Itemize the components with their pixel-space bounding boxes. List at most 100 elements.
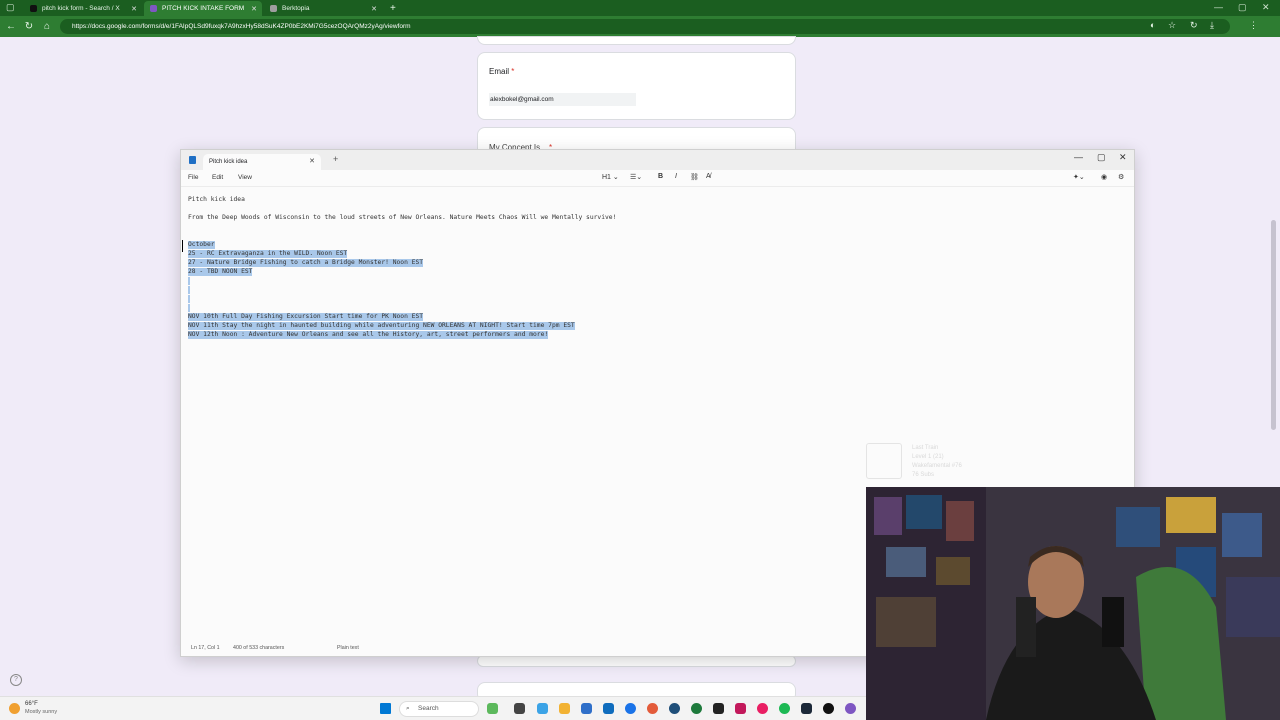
text-mode[interactable]: Plain text: [337, 645, 359, 651]
close-icon[interactable]: ✕: [309, 154, 315, 170]
browser-tab-berktopia[interactable]: Berktopia ✕: [264, 1, 382, 16]
copilot-icon[interactable]: ✦⌄: [1073, 173, 1085, 181]
overlay-line4: 76 Subs: [912, 472, 935, 478]
notepad-app-icon: [189, 156, 196, 164]
tab-menu-icon[interactable]: ▢: [6, 2, 15, 13]
editor-line-oct25: 25 - RC Extravaganza in the WILD. Noon E…: [188, 250, 348, 258]
editor-line-nov11: NOV 11th Stay the night in haunted build…: [188, 322, 575, 330]
character-count: 400 of 533 characters: [233, 645, 285, 651]
email-question-card: Email * alexbokel@gmail.com: [477, 52, 796, 120]
weather-description[interactable]: Mostly sunny: [25, 709, 57, 715]
menu-dots-icon[interactable]: ⋮: [1249, 20, 1258, 31]
browser-tab-search[interactable]: pitch kick form - Search / X ✕: [24, 1, 142, 16]
link-icon[interactable]: ⛓: [690, 173, 699, 181]
editor-line-oct28: 28 - TBD NOON EST: [188, 268, 253, 276]
close-window-icon[interactable]: ✕: [1119, 152, 1127, 163]
notepad-new-tab-button[interactable]: +: [333, 154, 338, 164]
task-view-icon[interactable]: [514, 703, 525, 714]
menu-edit[interactable]: Edit: [212, 174, 223, 181]
url-field[interactable]: https://docs.google.com/forms/d/e/1FAIpQ…: [60, 19, 1230, 34]
close-icon[interactable]: ✕: [131, 5, 137, 13]
browser-tab-bar: ▢ pitch kick form - Search / X ✕ PITCH K…: [0, 0, 1280, 16]
form-card-top: [477, 36, 796, 45]
editor-line-tagline: From the Deep Woods of Wisconsin to the …: [188, 214, 617, 221]
edge-icon[interactable]: [537, 703, 548, 714]
maximize-icon[interactable]: ▢: [1238, 2, 1247, 13]
browser-app-icon[interactable]: [625, 703, 636, 714]
editor-line-blank: [188, 304, 190, 312]
new-tab-button[interactable]: +: [390, 3, 396, 14]
app-icon-blue[interactable]: [669, 703, 680, 714]
text-cursor: [182, 240, 184, 252]
weather-temperature[interactable]: 66°F: [25, 701, 38, 707]
tab-title: pitch kick form - Search / X: [42, 5, 120, 12]
email-field[interactable]: alexbokel@gmail.com: [489, 93, 636, 106]
sync-icon[interactable]: ↻: [1190, 20, 1198, 31]
page-scrollbar[interactable]: [1271, 220, 1276, 430]
account-icon[interactable]: ◉: [1101, 173, 1107, 181]
store-icon[interactable]: [581, 703, 592, 714]
close-window-icon[interactable]: ✕: [1262, 2, 1270, 13]
email-label: Email *: [489, 67, 515, 76]
outlook-icon[interactable]: [603, 703, 614, 714]
browser-tab-form[interactable]: PITCH KICK INTAKE FORM ✕: [144, 1, 262, 16]
tab-title: PITCH KICK INTAKE FORM: [162, 5, 245, 12]
search-placeholder: Search: [418, 705, 439, 712]
terminal-icon[interactable]: [713, 703, 724, 714]
notepad-tab[interactable]: Pitch kick idea ✕: [203, 154, 321, 170]
webcam-feed: [866, 487, 1280, 720]
home-icon[interactable]: ⌂: [38, 21, 56, 32]
browser-address-bar: ← ↻ ⌂ https://docs.google.com/forms/d/e/…: [0, 16, 1280, 37]
download-icon[interactable]: ⤓: [1210, 20, 1214, 31]
spotify-icon[interactable]: [779, 703, 790, 714]
menu-file[interactable]: File: [188, 174, 198, 181]
close-icon[interactable]: ✕: [371, 5, 377, 13]
overlay-level: Level 1 (21): [912, 454, 944, 460]
stream-overlay-widget: Last Train Level 1 (21) Wakefamental #76…: [866, 443, 1006, 483]
windows-start-icon[interactable]: [380, 703, 391, 714]
heading-dropdown[interactable]: H1 ⌄: [602, 173, 619, 181]
italic-icon[interactable]: I: [675, 173, 677, 180]
editor-line-nov12: NOV 12th Noon : Adventure New Orleans an…: [188, 331, 549, 339]
obs-icon[interactable]: [823, 703, 834, 714]
tab-title: Berktopia: [282, 5, 310, 12]
train-icon: [866, 443, 902, 479]
app-icon-purple[interactable]: [845, 703, 856, 714]
help-icon[interactable]: ?: [10, 674, 22, 686]
app-icon-green[interactable]: [691, 703, 702, 714]
maximize-icon[interactable]: ▢: [1097, 152, 1106, 163]
widgets-icon[interactable]: [487, 703, 498, 714]
notepad-menubar: File Edit View H1 ⌄ ☰⌄ B I ⛓ A̸ ✦⌄ ◉ ⚙: [181, 170, 1134, 187]
taskbar-search-box[interactable]: ⌕ Search: [399, 701, 479, 717]
editor-line-nov10: NOV 10th Full Day Fishing Excursion Star…: [188, 313, 424, 321]
forms-icon: [150, 5, 157, 12]
minimize-icon[interactable]: —: [1074, 152, 1083, 162]
bold-icon[interactable]: B: [658, 173, 663, 180]
close-icon[interactable]: ✕: [251, 5, 257, 13]
page-icon: [270, 5, 277, 12]
menu-view[interactable]: View: [238, 174, 252, 181]
file-explorer-icon[interactable]: [559, 703, 570, 714]
windows-taskbar: 66°F Mostly sunny ⌕ Search: [0, 696, 866, 720]
cursor-position: Ln 17, Col 1: [191, 645, 220, 651]
editor-line-title: Pitch kick idea: [188, 196, 245, 203]
clear-format-icon[interactable]: A̸: [706, 173, 711, 180]
settings-gear-icon[interactable]: ⚙: [1118, 173, 1124, 181]
star-icon[interactable]: ☆: [1168, 20, 1176, 31]
editor-line-oct27: 27 - Nature Bridge Fishing to catch a Br…: [188, 259, 424, 267]
steam-icon[interactable]: [801, 703, 812, 714]
weather-sun-icon[interactable]: [9, 703, 20, 714]
reload-icon[interactable]: ↻: [20, 21, 38, 32]
notepad-tab-title: Pitch kick idea: [209, 159, 248, 165]
back-icon[interactable]: ←: [2, 21, 20, 32]
editor-line-blank: [188, 277, 190, 285]
search-icon: ⌕: [406, 705, 410, 712]
app-icon-red[interactable]: [735, 703, 746, 714]
firefox-icon[interactable]: [647, 703, 658, 714]
minimize-icon[interactable]: —: [1214, 2, 1223, 12]
extension-icon[interactable]: ◐: [1150, 20, 1155, 30]
maps-icon[interactable]: [757, 703, 768, 714]
list-icon[interactable]: ☰⌄: [630, 173, 642, 181]
editor-line-october: October: [188, 241, 215, 249]
overlay-title: Last Train: [912, 445, 939, 451]
